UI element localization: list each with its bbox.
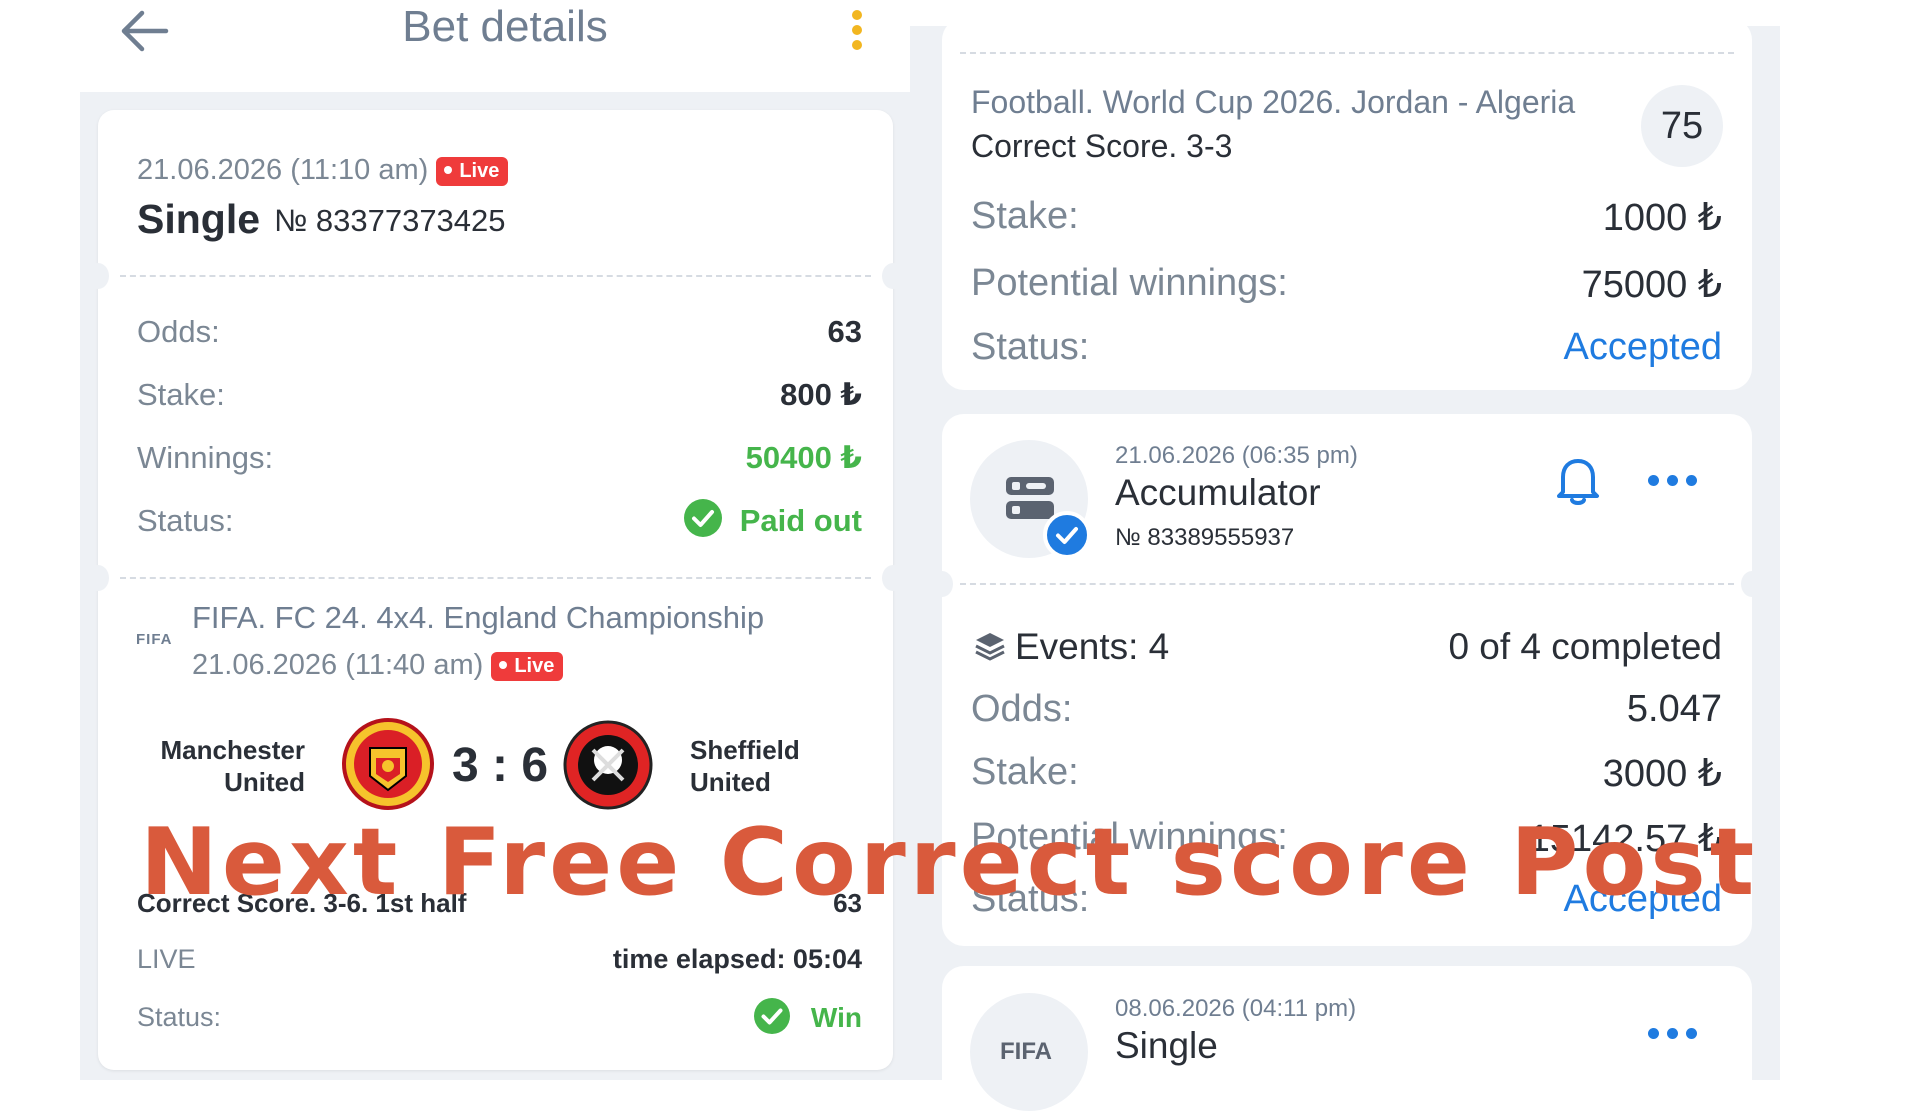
event-status-label: Status:	[137, 1002, 222, 1032]
promo-overlay-text: Next Free Correct score Post	[140, 808, 1759, 916]
status-value: Accepted	[1563, 326, 1722, 368]
odds-label: Odds:	[137, 314, 220, 349]
bet-number: № 83377373425	[274, 203, 506, 238]
layers-icon	[973, 630, 1007, 667]
bet-datetime: 08.06.2026 (04:11 pm)	[1115, 995, 1357, 1022]
more-options-icon[interactable]	[851, 10, 863, 50]
bet-datetime: 21.06.2026 (06:35 pm)	[1115, 442, 1358, 469]
more-options-icon[interactable]	[1648, 1026, 1705, 1044]
manchester-united-crest-icon	[340, 718, 436, 815]
card-notch	[87, 263, 109, 289]
card-divider	[960, 52, 1734, 54]
verified-check-icon	[1043, 511, 1091, 559]
bet-detail-card	[98, 110, 893, 1070]
stake-value: 3000 ₺	[1602, 753, 1722, 795]
time-elapsed: time elapsed: 05:04	[612, 944, 862, 974]
fifa-logo: FIFA	[1000, 1038, 1052, 1065]
events-count: Events: 4	[1015, 626, 1170, 667]
winnings-label: Winnings:	[137, 440, 274, 475]
event-datetime: 21.06.2026 (11:40 am) Live	[192, 649, 564, 682]
live-badge: Live	[436, 156, 509, 186]
card-notch	[87, 565, 109, 591]
sheffield-united-crest-icon	[563, 720, 653, 815]
event-title: FIFA. FC 24. 4x4. England Championship	[192, 600, 765, 635]
stake-label: Stake:	[971, 751, 1079, 793]
check-icon	[684, 499, 722, 542]
card-divider	[960, 583, 1734, 585]
stake-label: Stake:	[971, 195, 1079, 237]
page-title: Bet details	[402, 2, 608, 51]
stake-value: 800 ₺	[780, 377, 862, 412]
market-label: Correct Score. 3-3	[971, 128, 1233, 164]
card-notch	[882, 263, 904, 289]
fifa-logo: FIFA	[136, 631, 173, 648]
match-title: Football. World Cup 2026. Jordan - Alger…	[971, 84, 1576, 120]
match-score: 3 : 6	[452, 739, 549, 792]
status-value: Paid out	[739, 503, 862, 538]
card-notch	[1741, 571, 1763, 597]
bet-datetime: 21.06.2026 (11:10 am) Live	[137, 154, 509, 187]
live-text: LIVE	[137, 944, 196, 974]
card-notch	[882, 565, 904, 591]
stake-label: Stake:	[137, 377, 225, 412]
potential-winnings-value: 75000 ₺	[1581, 264, 1722, 306]
completed-count: 0 of 4 completed	[1448, 626, 1722, 667]
bell-icon[interactable]	[1553, 454, 1603, 511]
bet-type: Single	[1115, 1025, 1218, 1066]
card-notch	[931, 571, 953, 597]
more-options-icon[interactable]	[1648, 473, 1705, 491]
winnings-value: 50400 ₺	[745, 440, 862, 475]
back-arrow-icon[interactable]	[118, 8, 170, 54]
card-divider	[120, 577, 871, 579]
event-status-value: Win	[810, 1002, 862, 1033]
status-label: Status:	[137, 503, 234, 538]
odds-badge: 75	[1641, 85, 1723, 167]
card-divider	[120, 275, 871, 277]
live-badge: Live	[491, 651, 564, 681]
away-team-name: Sheffield United	[690, 735, 800, 797]
odds-value: 5.047	[1626, 688, 1722, 730]
check-icon	[754, 998, 790, 1039]
odds-label: Odds:	[971, 688, 1073, 730]
bet-type: Single	[137, 196, 261, 242]
bet-number: № 83389555937	[1115, 524, 1295, 551]
status-label: Status:	[971, 326, 1090, 368]
home-team-name: Manchester United	[160, 735, 306, 797]
potential-winnings-label: Potential winnings:	[971, 262, 1288, 304]
odds-value: 63	[827, 314, 862, 349]
bet-type: Accumulator	[1115, 472, 1321, 513]
stake-value: 1000 ₺	[1602, 197, 1722, 239]
